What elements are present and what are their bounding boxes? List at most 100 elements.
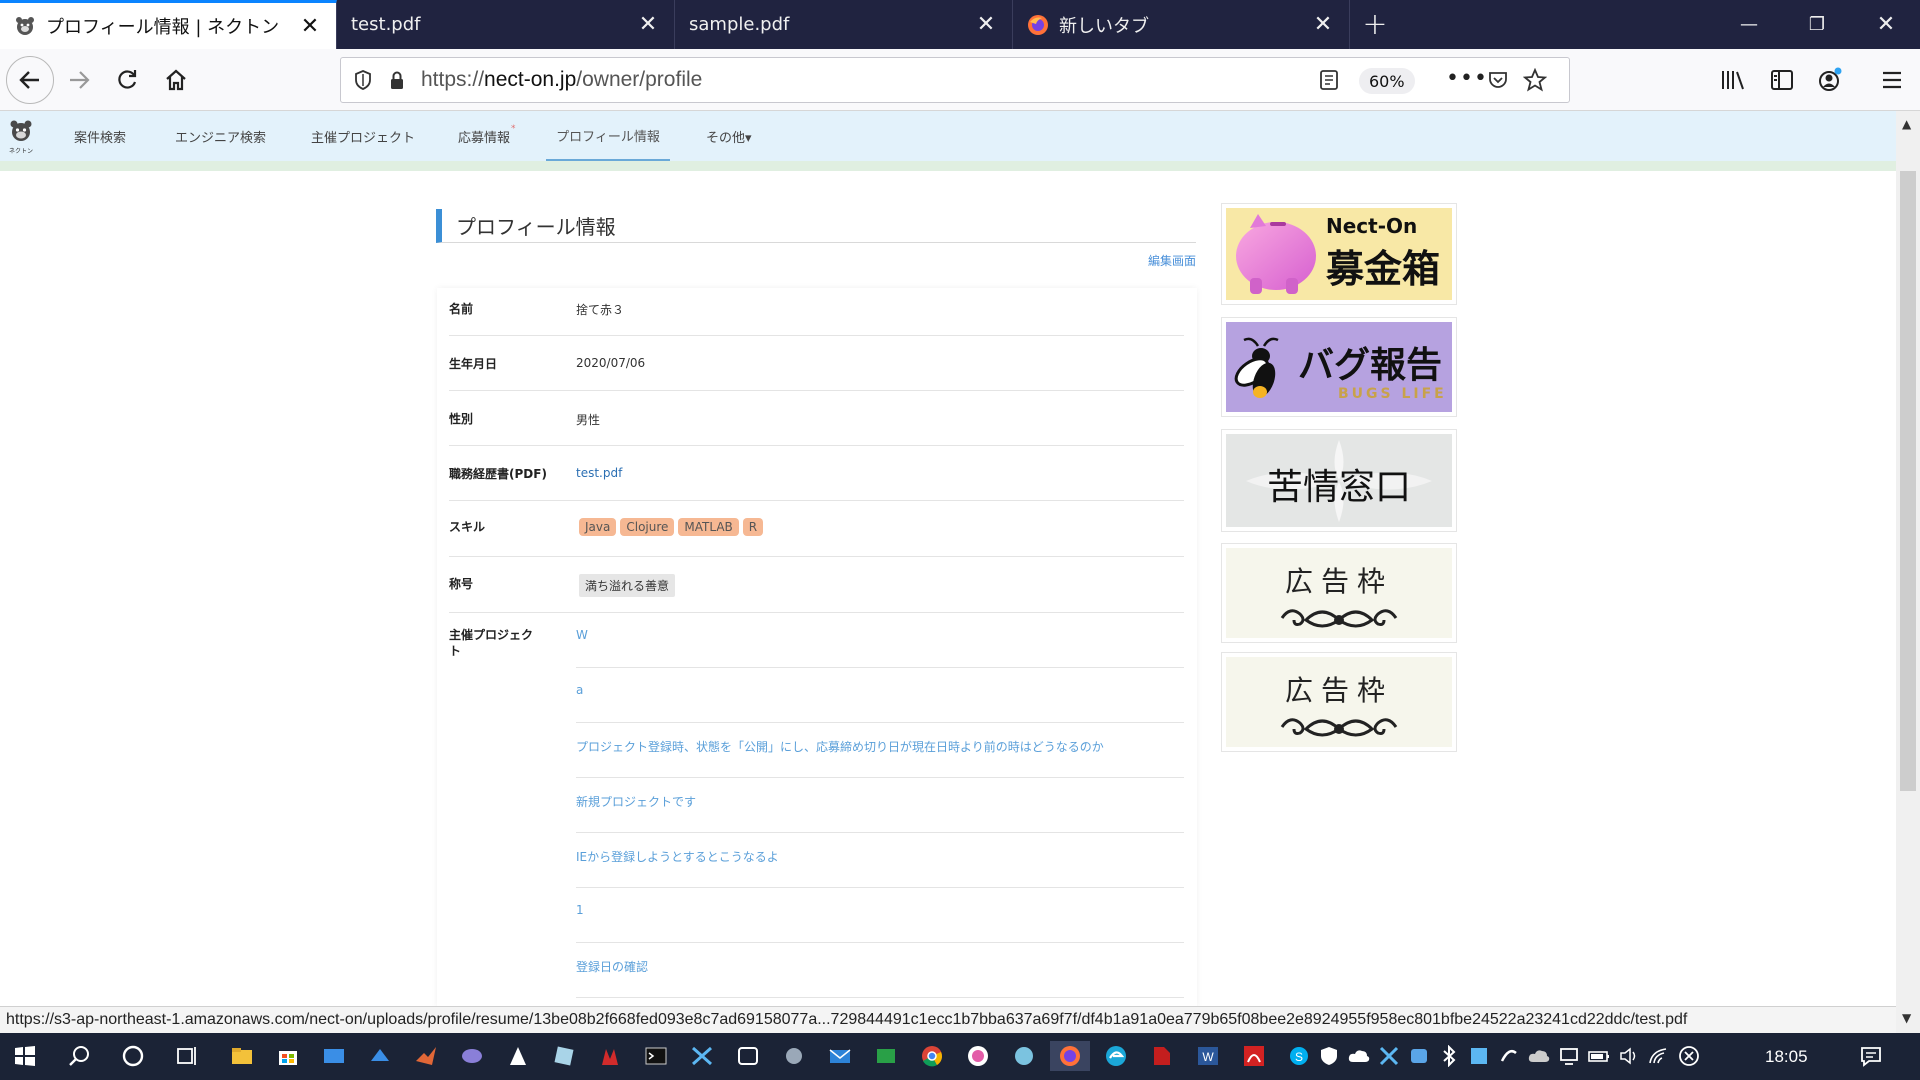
pocket-icon[interactable]	[1487, 69, 1509, 95]
security-shield-icon[interactable]	[1314, 1041, 1344, 1071]
scroll-thumb[interactable]	[1900, 171, 1916, 791]
cloud-icon[interactable]	[1344, 1041, 1374, 1071]
page-scrollbar[interactable]: ▲ ▼	[1896, 111, 1920, 1033]
display-icon[interactable]	[1554, 1041, 1584, 1071]
donation-banner[interactable]: Nect-On 募金箱	[1221, 203, 1457, 305]
mail-icon[interactable]	[825, 1041, 855, 1071]
nav-other-dropdown[interactable]: その他▾	[706, 111, 752, 161]
page-actions-menu-icon[interactable]: •••	[1446, 66, 1488, 91]
app-icon[interactable]	[595, 1041, 625, 1071]
itunes-icon[interactable]	[963, 1041, 993, 1071]
minimize-icon[interactable]: —	[1715, 0, 1783, 49]
no-connection-icon[interactable]	[1674, 1041, 1704, 1071]
task-view-icon[interactable]	[172, 1041, 202, 1071]
nav-hosted-projects[interactable]: 主催プロジェクト	[311, 111, 415, 161]
reload-button[interactable]	[106, 59, 148, 101]
app-icon[interactable]	[1147, 1041, 1177, 1071]
tray-app-icon[interactable]	[1494, 1041, 1524, 1071]
project-link[interactable]: プロジェクト登録時、状態を「公開」にし、応募締め切り日が現在日時より前の時はどう…	[576, 738, 1104, 755]
app-icon[interactable]	[1009, 1041, 1039, 1071]
complaint-banner[interactable]: 苦情窓口	[1221, 429, 1457, 532]
close-icon[interactable]: ✕	[974, 12, 998, 37]
project-link[interactable]: W	[576, 628, 588, 642]
nav-job-search[interactable]: 案件検索	[74, 111, 126, 161]
url-text[interactable]: https://nect-on.jp/owner/profile	[421, 68, 702, 92]
close-window-icon[interactable]: ✕	[1852, 0, 1920, 49]
app-icon[interactable]	[365, 1041, 395, 1071]
bookmark-star-icon[interactable]	[1522, 67, 1548, 96]
chrome-icon[interactable]	[917, 1041, 947, 1071]
close-icon[interactable]: ✕	[636, 12, 660, 37]
home-button[interactable]	[155, 59, 197, 101]
shield-icon[interactable]	[351, 69, 375, 91]
notification-center-icon[interactable]	[1856, 1041, 1886, 1071]
onedrive-icon[interactable]	[1524, 1041, 1554, 1071]
tab-sample-pdf[interactable]: sample.pdf ✕	[675, 0, 1013, 49]
matlab-icon[interactable]	[411, 1041, 441, 1071]
nav-engineer-search[interactable]: エンジニア検索	[175, 111, 266, 161]
library-button[interactable]	[1712, 59, 1754, 101]
nav-profile[interactable]: プロフィール情報	[546, 111, 670, 161]
ad-slot-banner[interactable]: 広告枠	[1221, 652, 1457, 752]
terminal-icon[interactable]	[641, 1041, 671, 1071]
field-label: スキル	[449, 520, 486, 534]
tab-new-tab[interactable]: 新しいタブ ✕	[1013, 0, 1350, 49]
tab-test-pdf[interactable]: test.pdf ✕	[337, 0, 675, 49]
tray-app-icon[interactable]	[1374, 1041, 1404, 1071]
taskbar-clock[interactable]: 18:05	[1765, 1033, 1808, 1080]
word-icon[interactable]: W	[1193, 1041, 1223, 1071]
project-link[interactable]: 1	[576, 903, 584, 917]
app-icon[interactable]	[687, 1041, 717, 1071]
sidebar-toggle-button[interactable]	[1761, 59, 1803, 101]
bluetooth-icon[interactable]	[1434, 1041, 1464, 1071]
navigation-toolbar: https://nect-on.jp/owner/profile 60% •••	[0, 49, 1920, 111]
skype-icon[interactable]: S	[1284, 1041, 1314, 1071]
edge-icon[interactable]	[1101, 1041, 1131, 1071]
cortana-icon[interactable]	[118, 1041, 148, 1071]
app-icon[interactable]	[319, 1041, 349, 1071]
app-icon[interactable]	[733, 1041, 763, 1071]
resume-pdf-link[interactable]: test.pdf	[576, 466, 622, 480]
menu-button[interactable]	[1871, 59, 1913, 101]
new-tab-button[interactable]: +	[1350, 0, 1400, 49]
bug-report-banner[interactable]: バグ報告 BUGS LIFE	[1221, 317, 1457, 417]
close-icon[interactable]: ✕	[1311, 12, 1335, 37]
edit-profile-link[interactable]: 編集画面	[1090, 252, 1196, 269]
site-logo[interactable]: ネクトン	[8, 119, 34, 155]
close-icon[interactable]: ✕	[298, 14, 322, 39]
volume-icon[interactable]	[1614, 1041, 1644, 1071]
app-icon[interactable]	[549, 1041, 579, 1071]
app-icon[interactable]	[503, 1041, 533, 1071]
complaint-label: 苦情窓口	[1266, 467, 1411, 508]
project-link[interactable]: a	[576, 683, 583, 697]
reader-view-icon[interactable]	[1318, 69, 1340, 95]
battery-icon[interactable]	[1584, 1041, 1614, 1071]
wifi-icon[interactable]	[1644, 1041, 1674, 1071]
file-explorer-icon[interactable]	[227, 1041, 257, 1071]
project-link[interactable]: IEから登録しようとするとこうなるよ	[576, 848, 779, 865]
nav-applications[interactable]: 応募情報 *	[458, 111, 516, 161]
ad-slot-banner[interactable]: 広告枠	[1221, 543, 1457, 643]
tab-profile[interactable]: プロフィール情報 | ネクトン ✕	[0, 0, 337, 49]
forward-button[interactable]	[58, 59, 100, 101]
restore-icon[interactable]: ❐	[1783, 0, 1851, 49]
app-icon[interactable]	[779, 1041, 809, 1071]
store-icon[interactable]	[273, 1041, 303, 1071]
tray-app-icon[interactable]	[1464, 1041, 1494, 1071]
acrobat-icon[interactable]	[1239, 1041, 1269, 1071]
windows-start-icon[interactable]	[10, 1041, 40, 1071]
app-icon[interactable]	[457, 1041, 487, 1071]
search-icon[interactable]	[64, 1041, 94, 1071]
project-link[interactable]: 登録日の確認	[576, 958, 648, 975]
app-icon[interactable]	[871, 1041, 901, 1071]
account-button[interactable]	[1809, 59, 1851, 101]
scroll-down-icon[interactable]: ▼	[1902, 1011, 1911, 1025]
lock-icon[interactable]	[387, 70, 407, 90]
url-bar[interactable]: https://nect-on.jp/owner/profile 60% •••	[340, 57, 1570, 103]
project-link[interactable]: 新規プロジェクトです	[576, 793, 696, 810]
scroll-up-icon[interactable]: ▲	[1902, 117, 1911, 131]
back-button[interactable]	[6, 56, 54, 104]
zoom-level-button[interactable]: 60%	[1359, 68, 1415, 94]
firefox-taskbar-icon[interactable]	[1050, 1041, 1090, 1071]
tray-app-icon[interactable]	[1404, 1041, 1434, 1071]
